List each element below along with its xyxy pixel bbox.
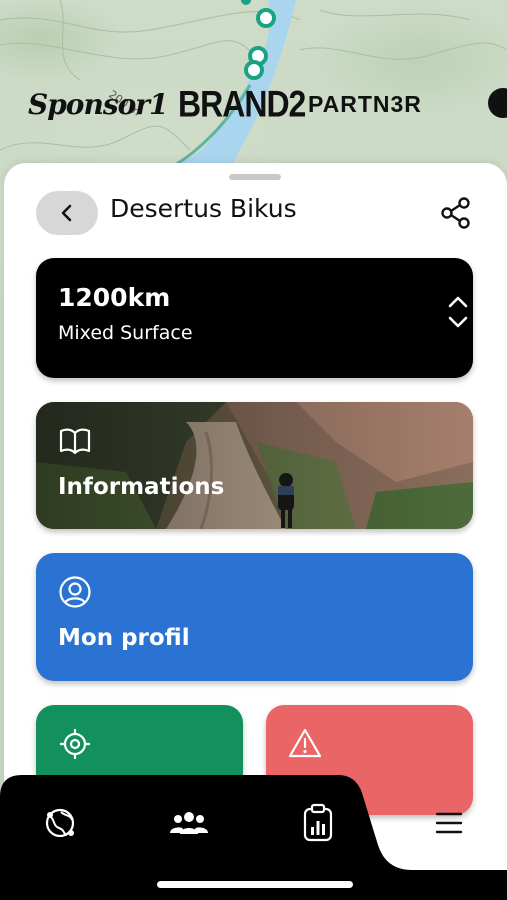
sponsor-logo-3: PARTN3R xyxy=(308,90,422,117)
warning-icon xyxy=(288,728,322,758)
share-icon xyxy=(441,197,470,229)
nav-map-button[interactable] xyxy=(38,801,82,845)
desert-trail-photo xyxy=(36,402,473,529)
sponsor-logo-1: Sponsor1 xyxy=(28,87,169,121)
back-button[interactable] xyxy=(36,191,98,235)
bottom-nav xyxy=(0,775,507,900)
chevron-up-down-icon xyxy=(448,296,468,328)
nav-participants-button[interactable] xyxy=(167,801,211,845)
crosshair-icon xyxy=(60,729,90,759)
page-title: Desertus Bikus xyxy=(110,194,297,223)
nav-stats-button[interactable] xyxy=(296,801,340,845)
book-open-icon xyxy=(59,428,91,455)
profile-label: Mon profil xyxy=(58,625,190,651)
group-icon xyxy=(170,812,208,834)
profile-card[interactable]: Mon profil xyxy=(36,553,473,681)
user-circle-icon xyxy=(59,576,91,608)
clipboard-chart-icon xyxy=(303,803,333,842)
informations-label: Informations xyxy=(58,474,225,500)
informations-card[interactable]: Informations xyxy=(36,402,473,529)
surface-type: Mixed Surface xyxy=(58,322,193,344)
distance-value: 1200km xyxy=(58,283,171,312)
route-waypoint[interactable] xyxy=(256,8,276,28)
home-indicator[interactable] xyxy=(157,881,353,888)
menu-icon xyxy=(435,812,463,834)
share-button[interactable] xyxy=(438,195,474,231)
chevron-left-icon xyxy=(61,204,72,222)
sheet-drag-handle[interactable] xyxy=(229,174,281,180)
globe-route-icon xyxy=(45,808,75,838)
nav-menu-button[interactable] xyxy=(427,801,471,845)
sponsor-logo-2: BRAND2 xyxy=(178,82,306,125)
route-waypoint[interactable] xyxy=(244,60,264,80)
distance-selector-card[interactable]: 1200km Mixed Surface xyxy=(36,258,473,378)
